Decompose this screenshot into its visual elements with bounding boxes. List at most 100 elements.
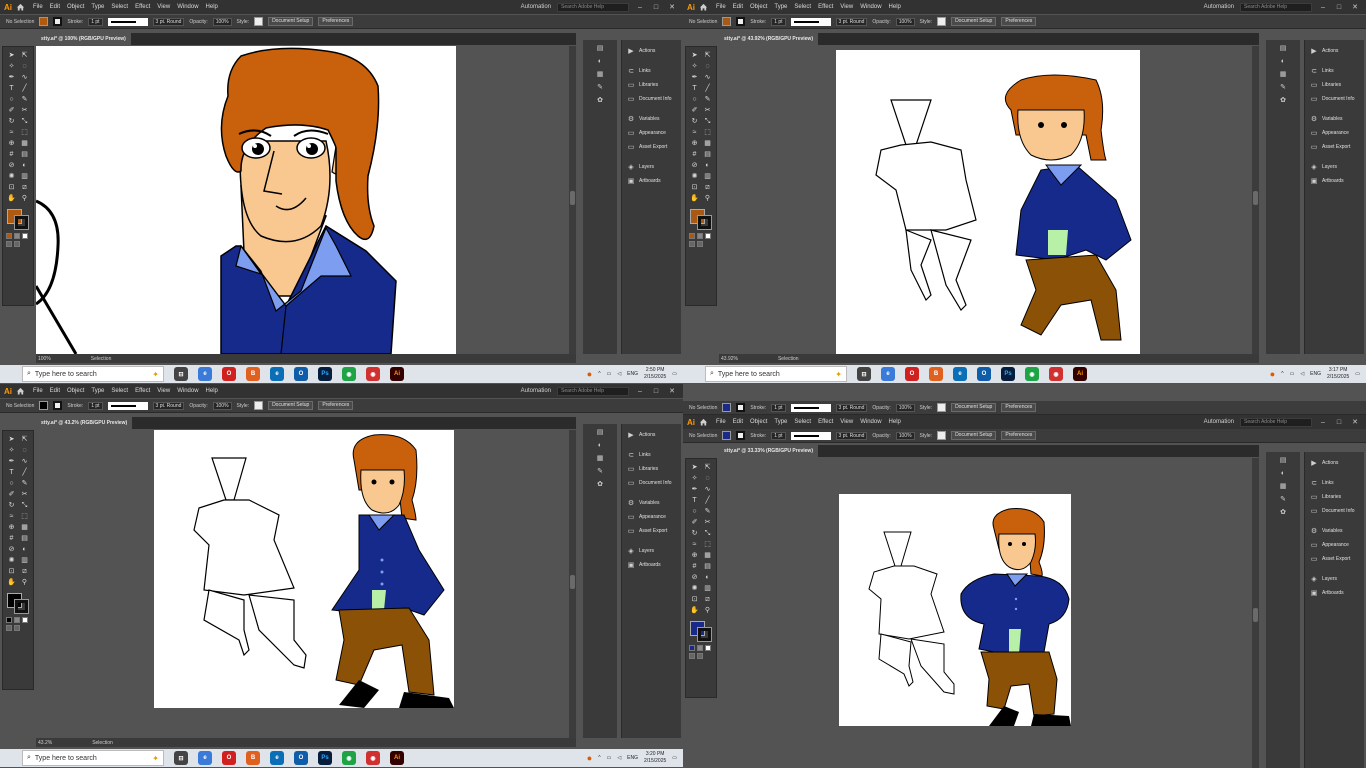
variable-width-profile[interactable]	[790, 431, 831, 440]
hand-tool-icon[interactable]: ✋	[6, 577, 17, 587]
document-setup-button[interactable]: Document Setup	[951, 17, 997, 26]
ellipse-tool-icon[interactable]: ○	[6, 94, 17, 104]
gradient-icon[interactable]: ▤	[702, 149, 713, 159]
panel-artboards[interactable]: ▣ Artboards	[1305, 174, 1364, 188]
fill-stroke-widget[interactable]	[6, 208, 32, 230]
panel-artboards[interactable]: ▣ Artboards	[1305, 586, 1364, 600]
hand-tool-icon[interactable]: ✋	[689, 605, 700, 615]
vertical-scrollbar[interactable]	[1252, 458, 1259, 768]
gradient-icon[interactable]: ▤	[19, 533, 30, 543]
rotate-icon[interactable]: ↻	[689, 116, 700, 126]
brave-icon[interactable]: B	[246, 367, 260, 381]
none-mode-icon[interactable]	[705, 645, 711, 651]
network-icon[interactable]: ▭	[607, 371, 612, 377]
menu-help[interactable]: Help	[206, 388, 218, 394]
eyedropper-icon[interactable]: ⊘	[689, 572, 700, 582]
zoom-tool-icon[interactable]: ⚲	[19, 577, 30, 587]
hand-tool-icon[interactable]: ✋	[689, 193, 700, 203]
swatches-icon[interactable]: ▦	[1277, 70, 1289, 79]
stroke-weight-field[interactable]: 1 pt	[88, 17, 103, 26]
scale-icon[interactable]: ⤡	[19, 116, 30, 126]
symbol-sprayer-icon[interactable]: ✺	[689, 171, 700, 181]
curvature-icon[interactable]: ∿	[702, 72, 713, 82]
photoshop-icon[interactable]: Ps	[318, 367, 332, 381]
lasso-icon[interactable]: ◌	[702, 61, 713, 71]
mesh-icon[interactable]: #	[689, 149, 700, 159]
menu-edit[interactable]: Edit	[50, 4, 60, 10]
panel-variables[interactable]: ⚙ Variables	[622, 112, 681, 126]
color-icon[interactable]: ◐	[1277, 469, 1289, 478]
canvas-area[interactable]	[719, 46, 1259, 354]
clock[interactable]: 2:50 PM 2/15/2025	[644, 367, 666, 381]
menu-object[interactable]: Object	[750, 4, 767, 10]
document-tab[interactable]: stty.ai* @ 33.33% (RGB/GPU Preview)	[719, 445, 818, 457]
zoom-level[interactable]: 43.92%	[721, 356, 738, 362]
artboard-tool-icon[interactable]: ⊡	[689, 594, 700, 604]
chrome-icon[interactable]: ◉	[1025, 367, 1039, 381]
search-help-input[interactable]: Search Adobe Help	[557, 2, 629, 12]
symbol-sprayer-icon[interactable]: ✺	[6, 555, 17, 565]
menu-help[interactable]: Help	[206, 4, 218, 10]
curvature-icon[interactable]: ∿	[19, 72, 30, 82]
slice-icon[interactable]: ⧄	[702, 594, 713, 604]
panel-appearance[interactable]: ▭ Appearance	[1305, 538, 1364, 552]
preferences-button[interactable]: Preferences	[1001, 403, 1037, 412]
edge-browser-icon[interactable]: e	[270, 367, 284, 381]
canvas-area[interactable]	[719, 458, 1259, 768]
edge-browser-icon[interactable]: e	[270, 751, 284, 765]
artboard-tool-icon[interactable]: ⊡	[6, 182, 17, 192]
none-mode-icon[interactable]	[22, 617, 28, 623]
color-icon[interactable]: ◐	[1277, 57, 1289, 66]
hand-tool-icon[interactable]: ✋	[6, 193, 17, 203]
maximize-button[interactable]: □	[651, 388, 661, 395]
stroke-weight-field[interactable]: 1 pt	[771, 17, 786, 26]
shaper-icon[interactable]: ✐	[689, 105, 700, 115]
opacity-field[interactable]: 100%	[895, 403, 915, 412]
menu-window[interactable]: Window	[860, 419, 881, 425]
symbols-icon[interactable]: ✿	[594, 96, 606, 105]
perspective-icon[interactable]: ▦	[19, 138, 30, 148]
menu-select[interactable]: Select	[111, 4, 128, 10]
pen-tool-icon[interactable]: ✒	[689, 484, 700, 494]
selection-tool-icon[interactable]: ➤	[6, 50, 17, 60]
panel-asset-export[interactable]: ▭ Asset Export	[1305, 552, 1364, 566]
menu-object[interactable]: Object	[750, 419, 767, 425]
swatches-icon[interactable]: ▦	[594, 454, 606, 463]
ellipse-tool-icon[interactable]: ○	[689, 94, 700, 104]
brave-icon[interactable]: B	[246, 751, 260, 765]
maximize-button[interactable]: □	[651, 4, 661, 11]
menu-help[interactable]: Help	[889, 419, 901, 425]
document-tab[interactable]: stty.ai* @ 43.92% (RGB/GPU Preview)	[719, 33, 818, 45]
stroke-weight-field[interactable]: 1 pt	[771, 403, 786, 412]
close-button[interactable]: ✕	[667, 3, 677, 11]
chrome-profile-icon[interactable]: ◉	[366, 367, 380, 381]
fill-swatch[interactable]	[722, 17, 732, 26]
outlook-icon[interactable]: O	[977, 367, 991, 381]
brushes-icon[interactable]: ✎	[1277, 495, 1289, 504]
panel-asset-export[interactable]: ▭ Asset Export	[622, 524, 681, 538]
menu-effect[interactable]: Effect	[135, 4, 150, 10]
symbol-sprayer-icon[interactable]: ✺	[689, 583, 700, 593]
brush-definition[interactable]: 3 pt. Round	[835, 403, 868, 412]
task-view-icon[interactable]: ⊟	[857, 367, 871, 381]
color-mode-icon[interactable]	[689, 645, 695, 651]
menu-window[interactable]: Window	[177, 4, 198, 10]
symbols-icon[interactable]: ✿	[1277, 508, 1289, 517]
scale-icon[interactable]: ⤡	[19, 500, 30, 510]
menu-type[interactable]: Type	[91, 4, 104, 10]
workspace-switcher[interactable]: Automation	[521, 4, 551, 10]
variable-width-profile[interactable]	[107, 401, 148, 410]
panel-actions[interactable]: ▶ Actions	[622, 428, 681, 442]
brave-icon[interactable]: B	[929, 367, 943, 381]
panel-layers[interactable]: ◈ Layers	[1305, 160, 1364, 174]
panel-libraries[interactable]: ▭ Libraries	[622, 78, 681, 92]
document-setup-button[interactable]: Document Setup	[268, 401, 314, 410]
panel-links[interactable]: ⊂ Links	[622, 448, 681, 462]
close-button[interactable]: ✕	[667, 387, 677, 395]
panel-actions[interactable]: ▶ Actions	[1305, 456, 1364, 470]
brushes-icon[interactable]: ✎	[594, 83, 606, 92]
panel-links[interactable]: ⊂ Links	[1305, 476, 1364, 490]
fill-swatch[interactable]	[722, 403, 732, 412]
magic-wand-icon[interactable]: ✧	[689, 473, 700, 483]
lasso-icon[interactable]: ◌	[19, 61, 30, 71]
